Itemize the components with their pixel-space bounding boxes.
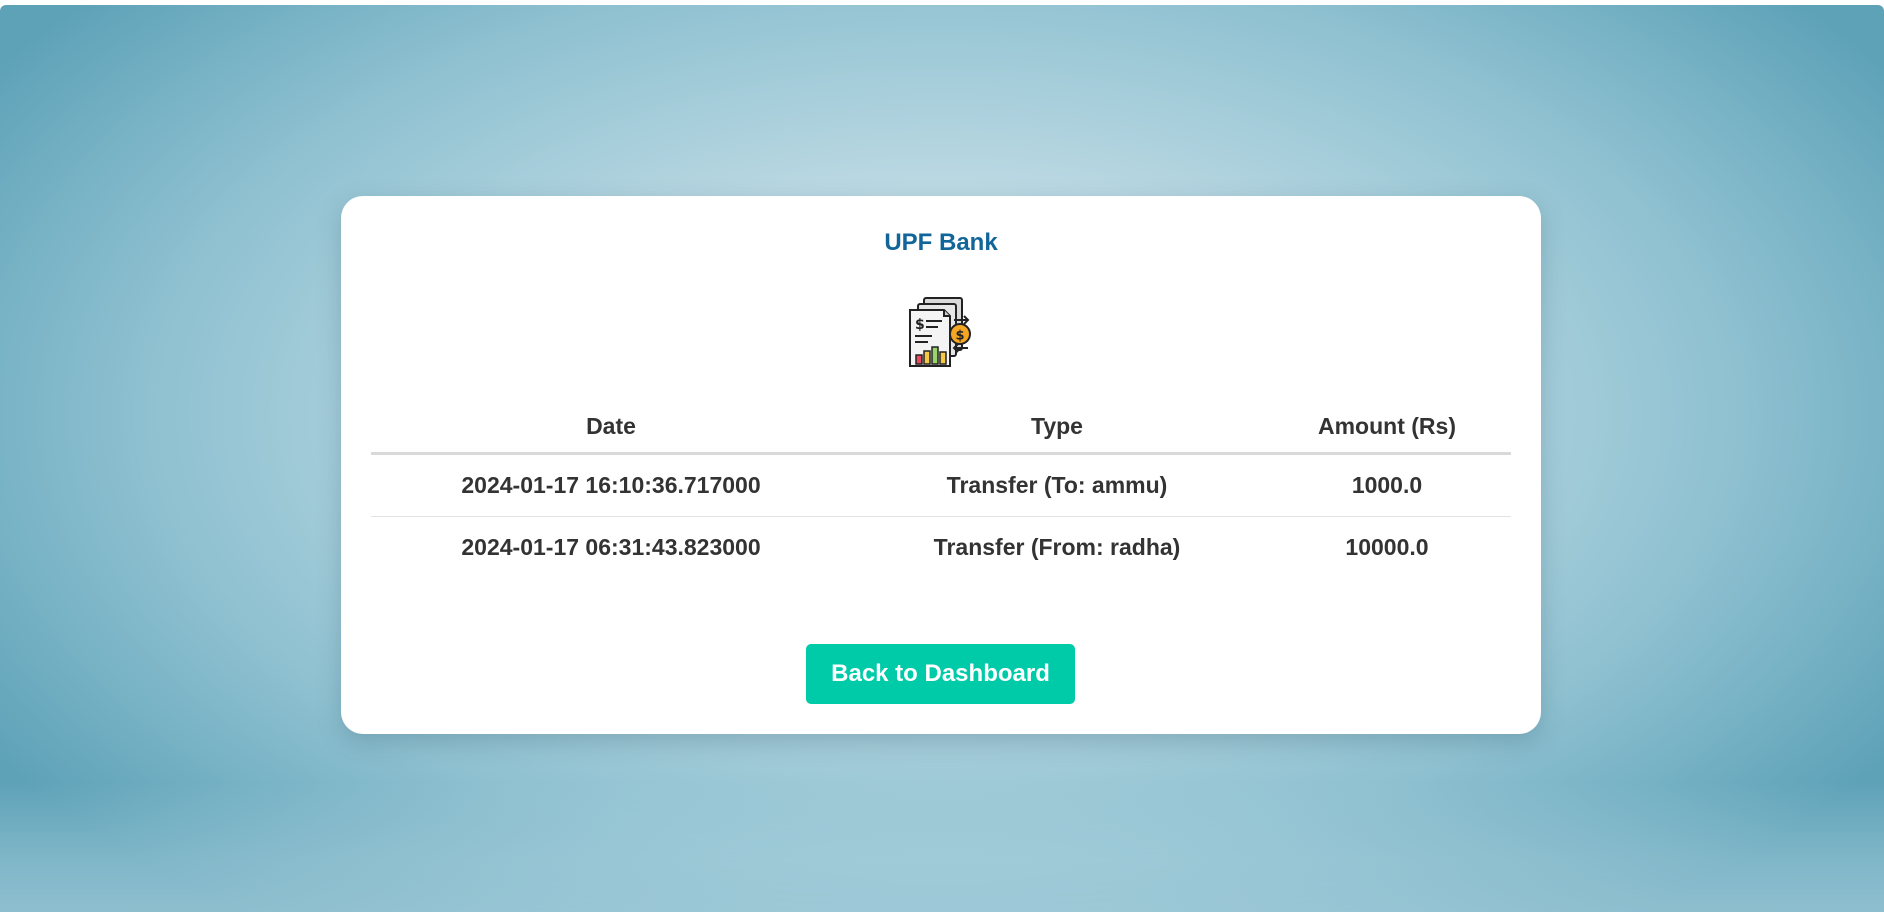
svg-text:$: $ xyxy=(956,329,965,344)
cell-date: 2024-01-17 06:31:43.823000 xyxy=(461,534,761,560)
financial-report-icon: $ $ xyxy=(906,296,974,368)
back-to-dashboard-button[interactable]: Back to Dashboard xyxy=(806,644,1075,704)
page-background: UPF Bank $ $ Date Type Amount (Rs) 2024-… xyxy=(0,5,1884,912)
table-header-row: Date Type Amount (Rs) xyxy=(371,400,1511,455)
transactions-card: UPF Bank $ $ Date Type Amount (Rs) 2024-… xyxy=(341,196,1541,734)
column-header-type: Type xyxy=(851,400,1263,455)
cell-amount: 10000.0 xyxy=(1345,534,1429,560)
column-header-amount: Amount (Rs) xyxy=(1263,400,1511,455)
transactions-table: Date Type Amount (Rs) 2024-01-17 16:10:3… xyxy=(371,400,1511,578)
cell-type: Transfer (To: ammu) xyxy=(851,453,1263,517)
column-header-date: Date xyxy=(371,400,851,455)
cell-date: 2024-01-17 16:10:36.717000 xyxy=(371,453,851,517)
table-row: 2024-01-17 06:31:43.823000 Transfer (Fro… xyxy=(371,517,1511,579)
bank-title: UPF Bank xyxy=(884,229,998,256)
cell-amount: 1000.0 xyxy=(1263,453,1511,517)
table-row: 2024-01-17 16:10:36.717000 Transfer (To:… xyxy=(371,453,1511,517)
cell-type: Transfer (From: radha) xyxy=(933,534,1181,560)
svg-text:$: $ xyxy=(915,317,925,333)
